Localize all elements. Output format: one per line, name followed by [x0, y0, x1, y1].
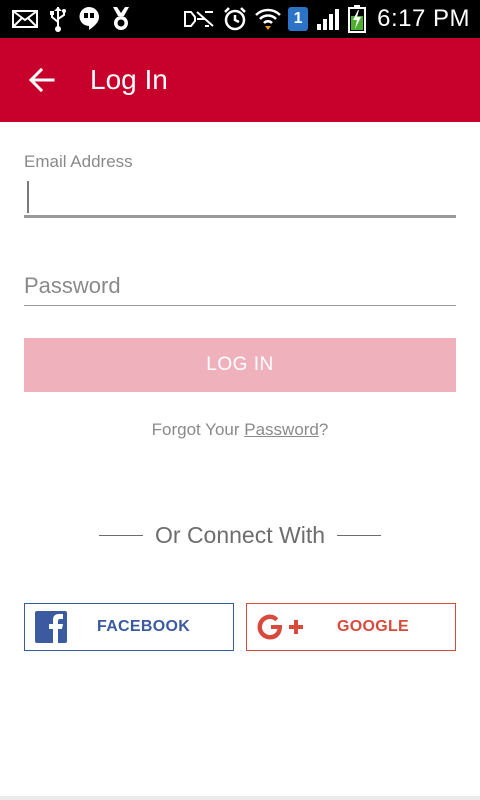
status-bar: 1 6:17 PM — [0, 0, 480, 38]
alarm-icon — [222, 6, 248, 32]
bottom-edge — [0, 796, 480, 800]
status-time: 6:17 PM — [377, 5, 470, 32]
email-label: Email Address — [24, 152, 133, 171]
facebook-label: FACEBOOK — [97, 618, 191, 635]
divider-line-left — [99, 534, 143, 536]
divider-line-right — [337, 534, 381, 536]
signal-icon — [315, 6, 341, 32]
usb-icon — [48, 6, 68, 32]
email-field[interactable] — [24, 178, 456, 218]
back-button[interactable] — [0, 38, 84, 122]
forgot-password-link[interactable]: Password — [244, 420, 319, 439]
status-left-icons — [12, 0, 132, 38]
text-cursor — [27, 181, 29, 213]
mail-icon — [12, 6, 38, 32]
battery-icon — [348, 5, 367, 33]
hangouts-icon — [78, 6, 100, 32]
connect-divider: Or Connect With — [0, 518, 480, 552]
google-label: GOOGLE — [337, 618, 410, 635]
forgot-prefix: Forgot Your — [151, 420, 245, 439]
arrow-left-icon — [28, 67, 55, 93]
facebook-icon — [35, 611, 67, 643]
connect-heading: Or Connect With — [155, 521, 325, 548]
forgot-password-row: Forgot Your Password? — [0, 420, 480, 440]
sim-badge: 1 — [288, 7, 309, 31]
page-title: Log In — [90, 64, 168, 95]
status-right-icons: 1 6:17 PM — [183, 0, 470, 38]
login-button[interactable]: LOG IN — [24, 338, 456, 392]
mute-icon — [183, 6, 215, 32]
google-button[interactable]: GOOGLE — [246, 603, 456, 651]
forgot-suffix: ? — [318, 420, 329, 439]
wifi-icon — [255, 6, 281, 32]
google-plus-icon — [257, 612, 307, 642]
award-icon — [110, 6, 132, 32]
password-field[interactable] — [24, 266, 456, 306]
app-bar: Log In — [0, 38, 480, 122]
facebook-button[interactable]: FACEBOOK — [24, 603, 234, 651]
